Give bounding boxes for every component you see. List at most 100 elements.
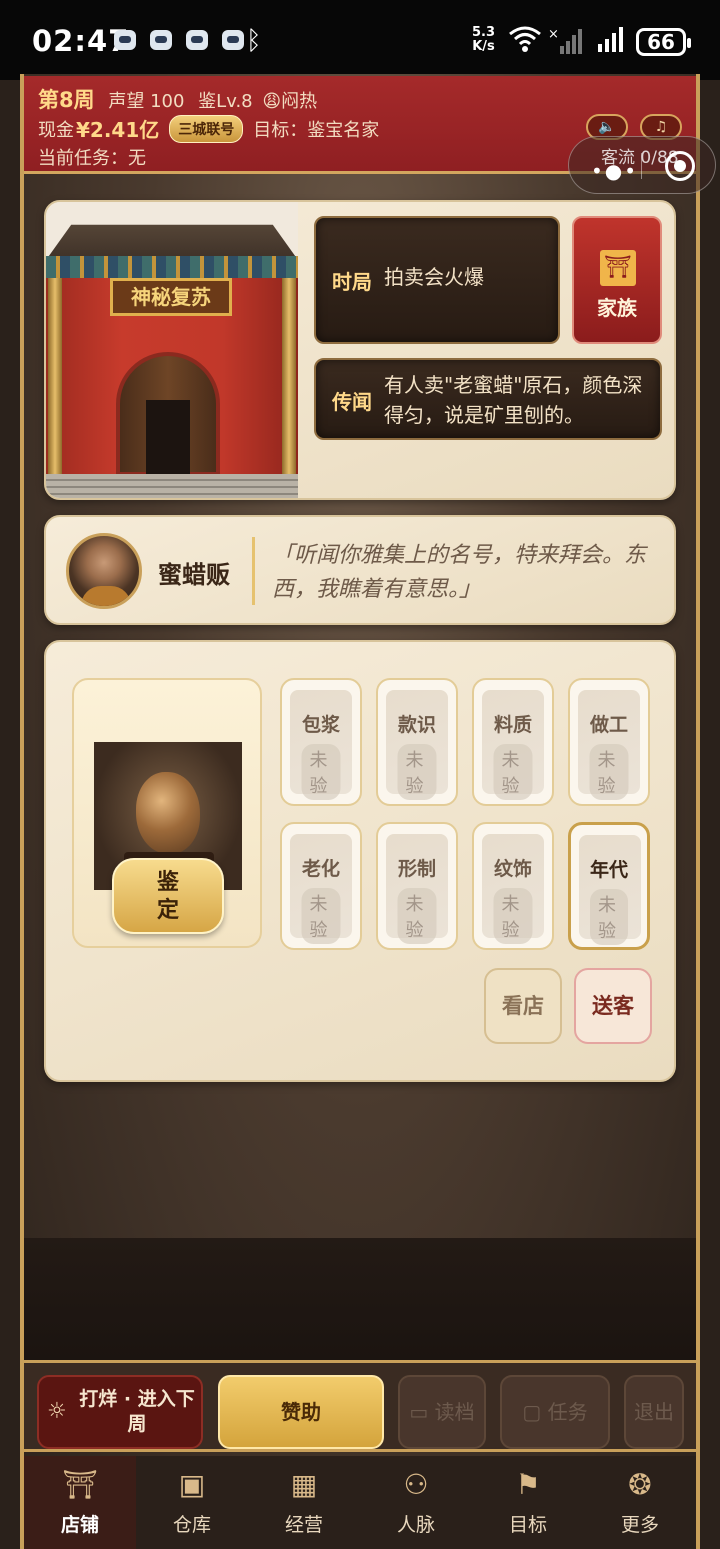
trait-niandai[interactable]: 年代 未验 [568, 822, 650, 950]
roof [46, 224, 298, 260]
signal-sim2-icon [598, 27, 623, 52]
system-status-bar: 02:47 ᛒ 5.3 K/s × 66 [0, 0, 720, 80]
trait-name: 形制 [397, 858, 436, 880]
tab-label: 人脉 [396, 1514, 435, 1536]
appraisal-panel: 鉴定 包浆 未验 款识 未验 料质 未验 做工 未验 老化 未验 形制 未验 纹… [44, 640, 676, 1082]
tab-label: 更多 [620, 1514, 659, 1536]
stone-steps [46, 474, 298, 498]
weather-label: 闷热 [281, 91, 318, 112]
sponsor-button[interactable]: 赞助 [218, 1375, 384, 1449]
shop-icon: ⛩ [62, 1468, 98, 1501]
bluetooth-icon: ᛒ [246, 26, 262, 56]
appraise-button[interactable]: 鉴定 [112, 858, 224, 934]
task-icon: ▢ [522, 1400, 548, 1424]
tab-business[interactable]: ▦ 经营 [248, 1456, 360, 1549]
speaker-icon: 🔈 [598, 119, 616, 135]
app-notification-icon [150, 30, 172, 50]
tab-label: 目标 [508, 1514, 547, 1536]
item-card[interactable]: 鉴定 [72, 678, 262, 948]
end-week-button[interactable]: ☼ 打烊 · 进入下周 [37, 1375, 203, 1449]
abacus-icon: ▦ [290, 1468, 318, 1501]
tab-goals[interactable]: ⚑ 目标 [472, 1456, 584, 1549]
trait-baojiang[interactable]: 包浆 未验 [280, 678, 362, 806]
trait-status: 未验 [397, 744, 437, 800]
shop-plaque: 神秘复苏 [110, 278, 232, 316]
appraise-level: 鉴Lv.8 [198, 91, 253, 112]
trait-liaozhi[interactable]: 料质 未验 [472, 678, 554, 806]
rumor-text: 有人卖"老蜜蜡"原石，颜色深得匀，说是矿里刨的。 [384, 373, 643, 427]
trait-status: 未验 [590, 889, 628, 945]
wifi-icon [509, 26, 541, 52]
capsule-divider [641, 153, 642, 179]
exit-button[interactable]: 退出 [624, 1375, 684, 1449]
music-icon: ♫ [654, 119, 668, 135]
family-button[interactable]: ⛩ 家族 [572, 216, 662, 344]
trait-name: 年代 [589, 859, 628, 881]
signal-sim1-icon: × [548, 27, 582, 54]
trait-name: 老化 [301, 858, 340, 880]
customer-avatar [66, 533, 142, 609]
tab-contacts[interactable]: ⚇ 人脉 [360, 1456, 472, 1549]
network-speed: 5.3 K/s [472, 25, 496, 54]
end-week-label: 打烊 · 进入下周 [79, 1388, 195, 1435]
target-icon: ⚑ [515, 1468, 541, 1501]
cash-label: 现金 [38, 119, 74, 141]
action-bar: ☼ 打烊 · 进入下周 赞助 ▭ 读档 ▢ 任务 退出 [24, 1360, 696, 1452]
miniprogram-capsule: 客流 0/88 •●• [568, 136, 716, 194]
tasks-button[interactable]: ▢ 任务 [500, 1375, 610, 1449]
tab-warehouse[interactable]: ▣ 仓库 [136, 1456, 248, 1549]
trait-status: 未验 [301, 744, 341, 800]
situation-text: 拍卖会火爆 [384, 265, 484, 289]
see-off-button[interactable]: 送客 [574, 968, 652, 1044]
trait-zuogong[interactable]: 做工 未验 [568, 678, 650, 806]
tab-label: 店铺 [60, 1514, 99, 1536]
tab-more[interactable]: ❂ 更多 [584, 1456, 696, 1549]
rumor-box: 传闻 有人卖"老蜜蜡"原石，颜色深得匀，说是矿里刨的。 [314, 358, 662, 440]
amber-stone [136, 772, 200, 854]
goal-label: 目标：鉴宝名家 [253, 119, 380, 141]
customer-panel: 蜜蜡贩 「听闻你雅集上的名号，特来拜会。东西，我瞧着有意思。」 [44, 515, 676, 625]
folder-icon: ▭ [409, 1400, 435, 1424]
shop-scene-panel: 神秘复苏 时局 拍卖会火爆 ⛩ 家族 传闻 有人卖"老蜜蜡"原石，颜色深得匀，说… [44, 200, 676, 500]
door-opening [146, 400, 190, 476]
view-shop-button[interactable]: 看店 [484, 968, 562, 1044]
shop-floor [24, 1238, 696, 1360]
warehouse-icon: ▣ [178, 1468, 206, 1501]
notification-icons [114, 30, 244, 50]
cash-value: ¥2.41亿 [76, 118, 160, 142]
rumor-label: 传闻 [332, 390, 372, 414]
trait-status: 未验 [493, 744, 533, 800]
sun-icon: ☼ [47, 1399, 67, 1424]
current-task: 当前任务：无 [38, 148, 146, 169]
trait-name: 料质 [493, 714, 532, 736]
cash-line: 现金 ¥2.41亿 三城联号 目标：鉴宝名家 [38, 114, 379, 143]
appraise-label: 鉴定 [156, 870, 179, 923]
trait-status: 未验 [493, 888, 533, 944]
reputation: 声望 100 [108, 91, 185, 112]
trait-kuanshi[interactable]: 款识 未验 [376, 678, 458, 806]
more-options-icon[interactable]: •●• [591, 159, 638, 183]
tab-shop[interactable]: ⛩ 店铺 [24, 1456, 136, 1549]
customer-quote: 「听闻你雅集上的名号，特来拜会。东西，我瞧着有意思。」 [272, 543, 647, 602]
trait-name: 做工 [589, 714, 628, 736]
pillar [48, 278, 62, 474]
pillar [282, 278, 296, 474]
trait-name: 款识 [397, 714, 436, 736]
people-icon: ⚇ [403, 1468, 429, 1501]
trait-xingzhi[interactable]: 形制 未验 [376, 822, 458, 950]
trait-status: 未验 [301, 888, 341, 944]
trait-status: 未验 [397, 888, 437, 944]
situation-box: 时局 拍卖会火爆 [314, 216, 560, 344]
tasks-label: 任务 [547, 1400, 588, 1424]
trait-wenshi[interactable]: 纹饰 未验 [472, 822, 554, 950]
load-save-button[interactable]: ▭ 读档 [398, 1375, 486, 1449]
app-notification-icon [222, 30, 244, 50]
status-line: 第8周 声望 100 鉴Lv.8 😩闷热 [38, 84, 317, 114]
situation-label: 时局 [332, 270, 372, 294]
weather-icon: 😩 [262, 91, 282, 112]
tab-label: 经营 [284, 1514, 323, 1536]
eaves [46, 256, 298, 278]
trait-laohua[interactable]: 老化 未验 [280, 822, 362, 950]
family-label: 家族 [597, 296, 637, 320]
close-miniprogram-icon[interactable] [665, 151, 695, 181]
